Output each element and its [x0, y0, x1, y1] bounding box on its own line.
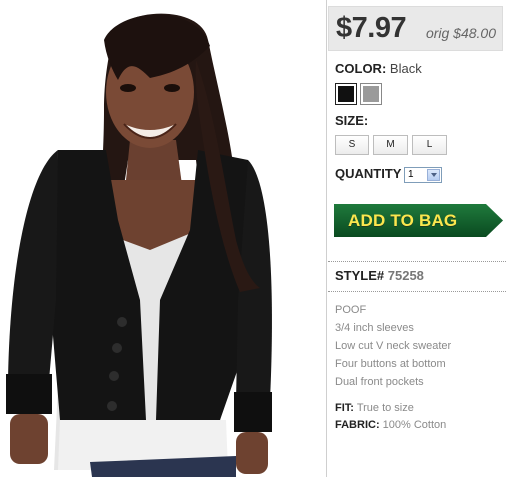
quantity-value: 1	[408, 169, 414, 180]
quantity-select[interactable]: 1	[404, 167, 442, 183]
swatch-grey-fill	[363, 86, 379, 102]
description-line: Four buttons at bottom	[335, 358, 446, 370]
product-info-panel: $7.97 orig $48.00 COLOR: Black SIZE: S M…	[328, 0, 506, 477]
style-label: STYLE#	[335, 268, 385, 283]
fit-value: True to size	[356, 402, 414, 414]
size-button-m[interactable]: M	[373, 135, 408, 155]
color-label: COLOR:	[335, 61, 387, 76]
fit-row: FIT: True to size	[335, 402, 414, 414]
sale-price: $7.97	[336, 12, 407, 44]
product-description: POOF 3/4 inch sleeves Low cut V neck swe…	[335, 304, 451, 394]
description-line: 3/4 inch sleeves	[335, 322, 414, 334]
color-value: Black	[389, 61, 422, 76]
description-line: Low cut V neck sweater	[335, 340, 452, 352]
price-box: $7.97 orig $48.00	[328, 6, 503, 51]
fabric-row: FABRIC: 100% Cotton	[335, 419, 446, 431]
size-button-l[interactable]: L	[412, 135, 447, 155]
add-to-bag-label: ADD TO BAG	[348, 211, 458, 230]
chevron-down-icon[interactable]	[427, 169, 440, 181]
color-row: COLOR: Black	[335, 61, 422, 76]
description-line: Dual front pockets	[335, 376, 424, 388]
fabric-label: FABRIC:	[335, 419, 380, 431]
description-line: POOF	[335, 304, 367, 316]
divider	[328, 291, 506, 292]
size-label: SIZE:	[335, 113, 369, 128]
style-number-row: STYLE# 75258	[335, 268, 424, 283]
add-to-bag-button[interactable]: ADD TO BAG	[334, 204, 504, 237]
original-price: orig $48.00	[425, 25, 496, 41]
swatch-grey[interactable]	[360, 83, 382, 105]
swatch-black[interactable]	[335, 83, 357, 105]
product-photo	[0, 0, 327, 477]
model-wearing-cardigan-image	[6, 13, 272, 477]
quantity-label: QUANTITY	[335, 166, 402, 181]
fabric-value: 100% Cotton	[382, 419, 447, 431]
fit-label: FIT:	[335, 402, 354, 414]
style-number: 75258	[387, 268, 424, 283]
swatch-black-fill	[338, 86, 354, 102]
divider	[328, 261, 506, 262]
size-button-s[interactable]: S	[335, 135, 369, 155]
